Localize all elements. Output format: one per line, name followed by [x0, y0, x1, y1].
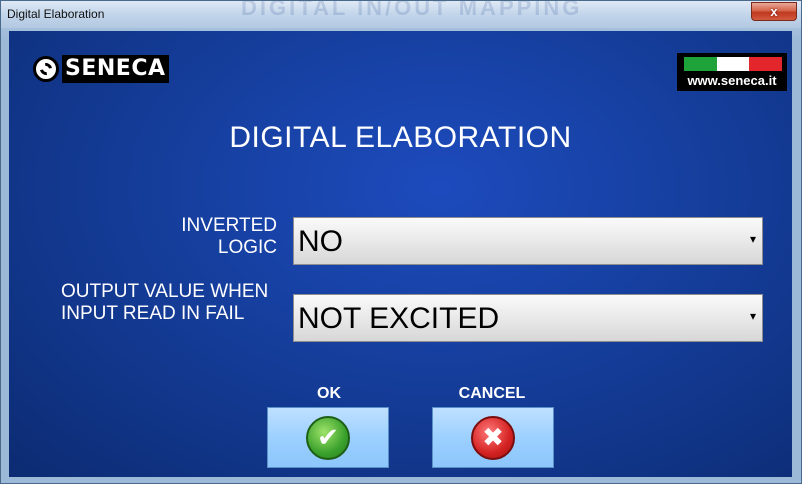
seneca-logo-icon: [33, 56, 59, 82]
x-icon: ✖: [471, 415, 515, 460]
dropdown-arrow-icon: ▾: [749, 232, 756, 246]
title-bar[interactable]: DIGITAL IN/OUT MAPPING Digital Elaborati…: [1, 1, 801, 28]
output-value-select[interactable]: NOT EXCITED ▾: [293, 294, 763, 342]
cancel-label: CANCEL: [458, 385, 526, 402]
close-icon: x: [770, 4, 778, 19]
inverted-logic-label: INVERTED LOGIC: [181, 215, 277, 258]
page-title: DIGITAL ELABORATION: [229, 121, 572, 154]
window-title: Digital Elaboration: [7, 7, 105, 21]
flag-stripe-green: [684, 57, 717, 71]
cancel-button[interactable]: ✖: [432, 407, 554, 468]
flag-stripe-white: [716, 57, 750, 71]
italian-flag-icon: [684, 57, 783, 71]
title-bar-background-text: DIGITAL IN/OUT MAPPING: [241, 1, 583, 20]
close-button[interactable]: x: [751, 2, 797, 21]
dropdown-arrow-icon: ▾: [749, 309, 756, 323]
website-badge: www.seneca.it: [677, 53, 787, 91]
brand-name: SENECA: [62, 55, 169, 83]
dialog-window: DIGITAL IN/OUT MAPPING Digital Elaborati…: [0, 0, 802, 484]
output-value-label: OUTPUT VALUE WHEN INPUT READ IN FAIL: [61, 281, 269, 324]
dialog-content: SENECA www.seneca.it DIGITAL ELABORATION…: [9, 31, 792, 477]
seneca-logo: SENECA: [33, 55, 169, 83]
website-url: www.seneca.it: [687, 73, 777, 88]
flag-stripe-red: [749, 57, 783, 71]
inverted-logic-select[interactable]: NO ▾: [293, 217, 763, 265]
check-icon: ✔: [306, 415, 350, 460]
ok-label: OK: [317, 385, 341, 402]
ok-button[interactable]: ✔: [267, 407, 389, 468]
output-value-value: NOT EXCITED: [298, 302, 500, 335]
inverted-logic-value: NO: [298, 225, 343, 258]
